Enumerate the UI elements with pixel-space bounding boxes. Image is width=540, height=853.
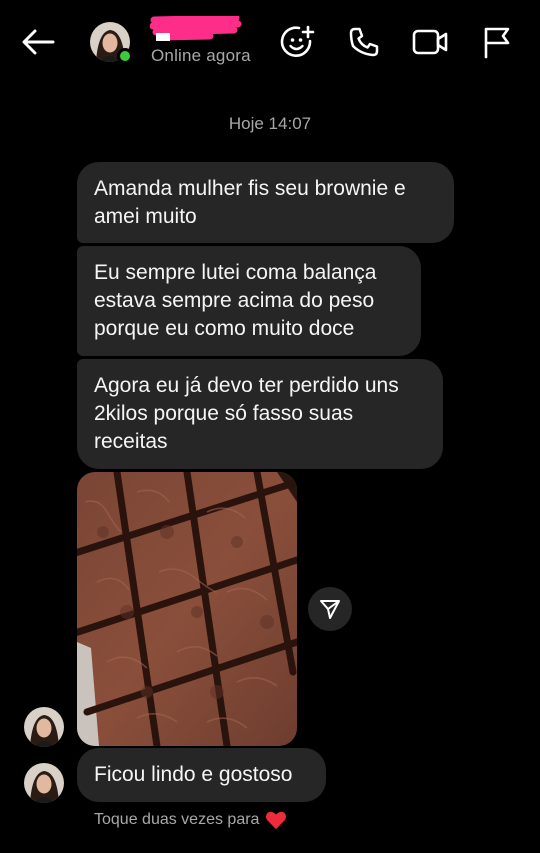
video-call-button[interactable] bbox=[410, 22, 450, 62]
sticker-add-icon bbox=[280, 25, 315, 57]
report-button[interactable] bbox=[476, 22, 516, 62]
chat-header: Online agora bbox=[0, 0, 540, 86]
send-icon bbox=[320, 600, 340, 619]
sticker-button[interactable] bbox=[278, 22, 318, 62]
sender-avatar[interactable] bbox=[24, 707, 64, 747]
video-camera-icon bbox=[412, 29, 448, 55]
phone-icon bbox=[349, 27, 379, 57]
hint-text: Toque duas vezes para bbox=[94, 811, 260, 828]
share-button[interactable] bbox=[308, 587, 352, 631]
message-bubble[interactable]: Agora eu já devo ter perdido uns 2kilos … bbox=[77, 359, 443, 469]
flag-icon bbox=[484, 27, 510, 59]
message-bubble[interactable]: Amanda mulher fis seu brownie e amei mui… bbox=[77, 162, 454, 243]
heart-icon bbox=[266, 811, 287, 830]
back-arrow-icon bbox=[22, 29, 55, 55]
sender-avatar[interactable] bbox=[24, 763, 64, 803]
voice-call-button[interactable] bbox=[344, 22, 384, 62]
online-indicator bbox=[117, 48, 133, 64]
back-button[interactable] bbox=[18, 24, 58, 60]
brownie-photo[interactable] bbox=[77, 472, 297, 746]
message-bubble[interactable]: Eu sempre lutei coma balança estava semp… bbox=[77, 246, 421, 356]
redacted-name-scribble bbox=[150, 16, 242, 41]
message-timestamp: Hoje 14:07 bbox=[228, 114, 312, 133]
message-bubble[interactable]: Ficou lindo e gostoso bbox=[77, 748, 326, 802]
double-tap-hint: Toque duas vezes para bbox=[94, 810, 287, 830]
contact-status: Online agora bbox=[151, 46, 251, 65]
